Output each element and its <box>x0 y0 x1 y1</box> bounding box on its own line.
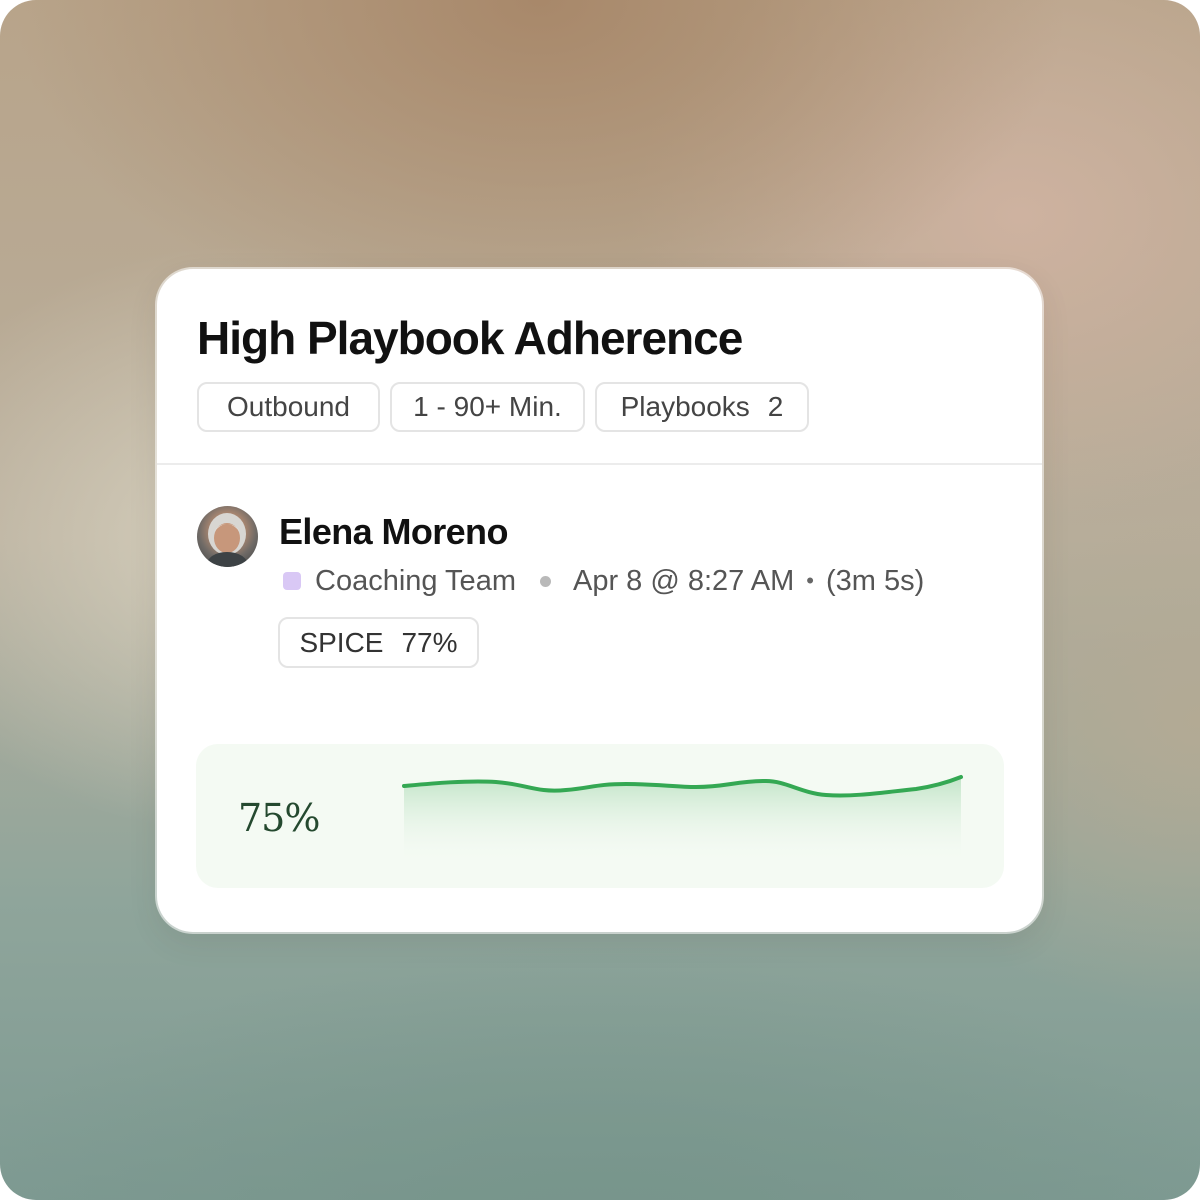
call-meta: Coaching Team Apr 8 @ 8:27 AM • (3m 5s) <box>283 564 924 598</box>
filter-chip-label: Outbound <box>227 391 350 422</box>
filter-chip-label: Playbooks <box>620 391 750 422</box>
call-datetime: Apr 8 @ 8:27 AM <box>572 564 795 597</box>
avatar-portrait-icon <box>205 513 250 567</box>
header-divider <box>157 463 1042 465</box>
sparkline-chart <box>402 775 963 864</box>
score-value: 77% <box>401 626 458 658</box>
score-label: SPICE <box>299 626 384 658</box>
trend-sparkline-panel: 75% <box>196 744 1004 888</box>
playbooks-count: 2 <box>767 391 784 422</box>
call-duration: (3m 5s) <box>825 564 925 597</box>
card-header: High Playbook Adherence Outbound 1 - 90+… <box>157 269 1042 464</box>
filter-chip-outbound[interactable]: Outbound <box>197 382 380 432</box>
team-name[interactable]: Coaching Team <box>315 565 516 598</box>
person-name[interactable]: Elena Moreno <box>279 511 508 553</box>
filter-chip-label: 1 - 90+ Min. <box>413 391 562 422</box>
team-color-swatch <box>283 572 301 590</box>
playbook-adherence-card[interactable]: High Playbook Adherence Outbound 1 - 90+… <box>157 269 1042 932</box>
sparkline-area <box>404 777 961 864</box>
spice-score-badge: SPICE 77% <box>278 617 479 668</box>
filter-chip-playbooks[interactable]: Playbooks 2 <box>595 382 809 432</box>
filter-chip-duration[interactable]: 1 - 90+ Min. <box>390 382 585 432</box>
separator-dot <box>539 575 551 587</box>
card-title: High Playbook Adherence <box>197 312 743 364</box>
avatar[interactable] <box>197 506 258 567</box>
separator-bullet: • <box>806 568 814 593</box>
